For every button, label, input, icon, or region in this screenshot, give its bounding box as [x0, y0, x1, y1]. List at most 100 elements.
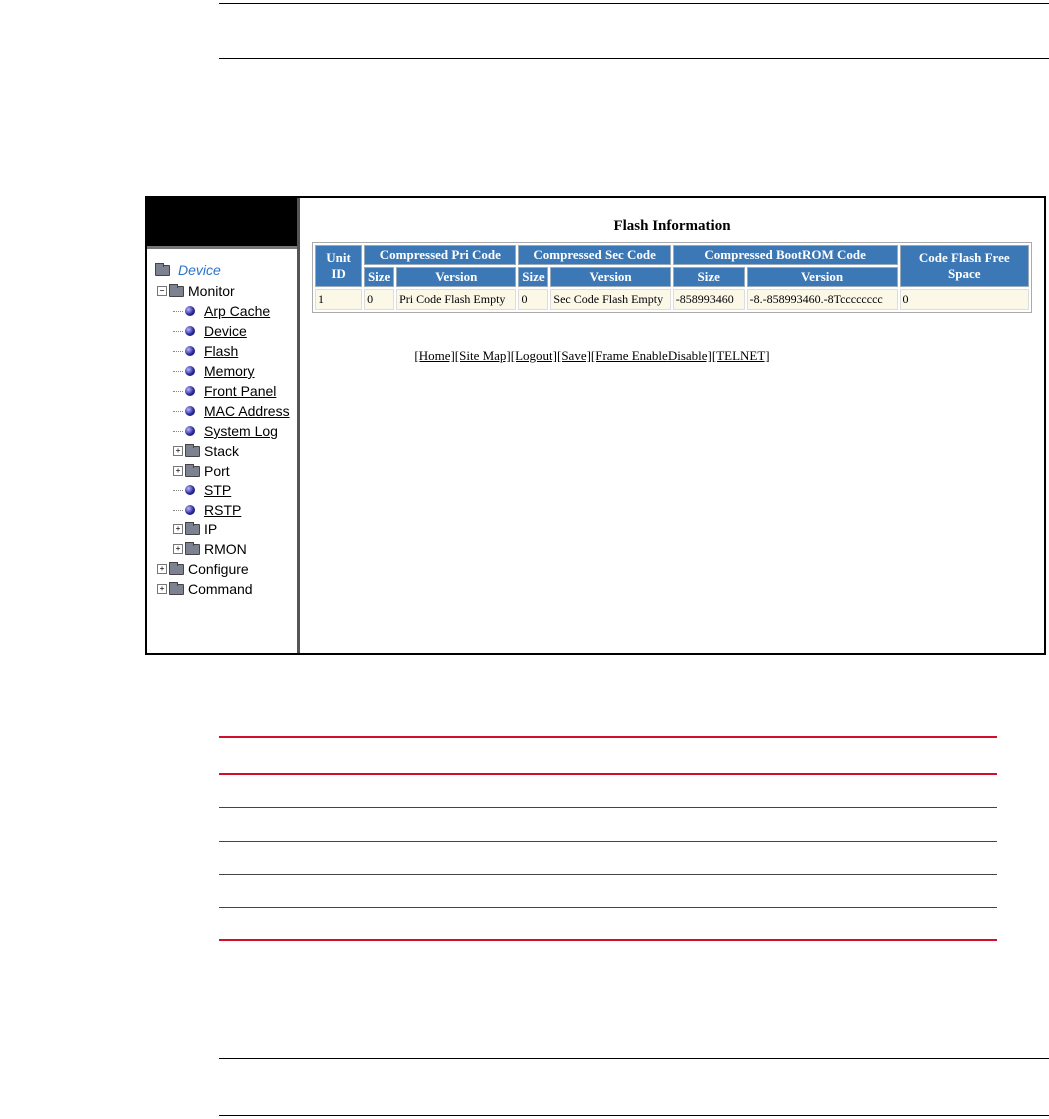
tree-item-label[interactable]: MAC Address	[204, 403, 290, 419]
tree-item-label: Configure	[188, 561, 249, 577]
tree-item-label: Stack	[204, 443, 240, 459]
frame-enable-link[interactable]: [Frame Enable	[591, 348, 668, 363]
tree-item-label[interactable]: STP	[204, 482, 231, 498]
page-title: Flash Information	[613, 218, 731, 234]
col-sec-version: Version	[550, 267, 671, 287]
bottom-rule-1	[219, 1058, 1049, 1059]
cell-sec-version: Sec Code Flash Empty	[550, 289, 671, 310]
nav-banner	[147, 198, 297, 249]
col-sec-size: Size	[518, 267, 549, 287]
col-sec-code: Compressed Sec Code	[518, 245, 671, 265]
tree-item-monitor[interactable]: − Monitor	[157, 283, 235, 299]
folder-icon	[185, 463, 200, 477]
col-unit-id: Unit ID	[315, 245, 363, 287]
tree-item-mac-address[interactable]: MAC Address	[173, 403, 290, 419]
folder-icon	[169, 581, 184, 595]
folder-open-icon	[169, 283, 184, 297]
top-rule-1	[219, 3, 1049, 4]
footer-nav: [Home][Site Map][Logout][Save][Frame Ena…	[300, 348, 884, 364]
folder-icon	[185, 521, 200, 535]
tree-item-rmon[interactable]: + RMON	[173, 541, 247, 557]
web-ui-screenshot: Device − Monitor Arp Cache Device Flash …	[145, 196, 1046, 655]
expand-icon[interactable]: +	[173, 524, 183, 534]
site-map-link[interactable]: [Site Map]	[455, 348, 511, 363]
tree-item-label[interactable]: Flash	[204, 343, 238, 359]
cell-pri-version: Pri Code Flash Empty	[396, 289, 517, 310]
bullet-icon	[185, 485, 195, 495]
content-pane: Flash Information Unit ID Compressed Pri…	[300, 198, 1044, 653]
tree-item-label[interactable]: Device	[204, 323, 247, 339]
table-rule-red-1	[219, 736, 997, 738]
logout-link[interactable]: [Logout]	[511, 348, 557, 363]
expand-icon[interactable]: +	[173, 544, 183, 554]
tree-item-label: IP	[204, 521, 218, 537]
cell-boot-size: -858993460	[672, 289, 745, 310]
cell-pri-size: 0	[364, 289, 395, 310]
col-pri-code: Compressed Pri Code	[364, 245, 517, 265]
tree-item-stack[interactable]: + Stack	[173, 443, 239, 459]
tree-item-stp[interactable]: STP	[173, 482, 231, 498]
tree-item-label[interactable]: Arp Cache	[204, 303, 270, 319]
col-pri-version: Version	[396, 267, 517, 287]
bullet-icon	[185, 346, 195, 356]
tree-item-arp-cache[interactable]: Arp Cache	[173, 303, 270, 319]
top-rule-2	[219, 58, 1049, 59]
table-rule-1	[219, 807, 997, 808]
tree-item-memory[interactable]: Memory	[173, 363, 255, 379]
expand-icon[interactable]: +	[173, 446, 183, 456]
bullet-icon	[185, 326, 195, 336]
bottom-rule-2	[219, 1115, 1049, 1116]
save-link[interactable]: [Save]	[557, 348, 591, 363]
table-rule-2	[219, 841, 997, 842]
folder-icon	[185, 443, 200, 457]
tree-item-label: Port	[204, 463, 230, 479]
tree-item-label: Monitor	[188, 283, 235, 299]
navigation-pane: Device − Monitor Arp Cache Device Flash …	[147, 198, 300, 653]
bullet-icon	[185, 306, 195, 316]
table-rule-3	[219, 874, 997, 875]
col-bootrom-code: Compressed BootROM Code	[672, 245, 898, 265]
folder-icon	[185, 541, 200, 555]
cell-unit: 1	[315, 289, 363, 310]
table-header-row: Unit ID Compressed Pri Code Compressed S…	[315, 245, 1029, 287]
tree-item-port[interactable]: + Port	[173, 463, 230, 479]
tree-root-label: Device	[178, 262, 221, 278]
bullet-icon	[185, 366, 195, 376]
tree-item-rstp[interactable]: RSTP	[173, 502, 241, 518]
tree-item-label[interactable]: Memory	[204, 363, 255, 379]
collapse-icon[interactable]: −	[157, 286, 167, 296]
expand-icon[interactable]: +	[157, 564, 167, 574]
tree-item-label: Command	[188, 581, 253, 597]
home-link[interactable]: [Home]	[414, 348, 454, 363]
bullet-icon	[185, 505, 195, 515]
tree-item-front-panel[interactable]: Front Panel	[173, 383, 276, 399]
cell-sec-size: 0	[518, 289, 549, 310]
tree-item-label[interactable]: Front Panel	[204, 383, 276, 399]
tree-root-device[interactable]: Device	[155, 262, 221, 278]
cell-boot-version: -8.-858993460.-8Tcccccccc	[746, 289, 898, 310]
tree-item-device[interactable]: Device	[173, 323, 247, 339]
tree-item-label[interactable]: System Log	[204, 423, 278, 439]
tree-item-configure[interactable]: + Configure	[157, 561, 249, 577]
table-rule-red-2	[219, 773, 997, 775]
expand-icon[interactable]: +	[157, 584, 167, 594]
col-boot-size: Size	[672, 267, 745, 287]
tree-item-command[interactable]: + Command	[157, 581, 253, 597]
tree-item-ip[interactable]: + IP	[173, 521, 217, 537]
tree-item-flash[interactable]: Flash	[173, 343, 238, 359]
table-rule-4	[219, 907, 997, 908]
telnet-link[interactable]: [TELNET]	[712, 348, 770, 363]
tree-item-system-log[interactable]: System Log	[173, 423, 278, 439]
device-folder-icon	[155, 262, 170, 276]
col-free-space: Code Flash Free Space	[899, 245, 1029, 287]
table-rule-red-3	[219, 939, 997, 941]
tree-item-label[interactable]: RSTP	[204, 502, 241, 518]
col-boot-version: Version	[746, 267, 898, 287]
col-pri-size: Size	[364, 267, 395, 287]
frame-disable-link[interactable]: Disable]	[668, 348, 712, 363]
bullet-icon	[185, 406, 195, 416]
expand-icon[interactable]: +	[173, 466, 183, 476]
tree-item-label: RMON	[204, 541, 247, 557]
folder-icon	[169, 561, 184, 575]
bullet-icon	[185, 386, 195, 396]
